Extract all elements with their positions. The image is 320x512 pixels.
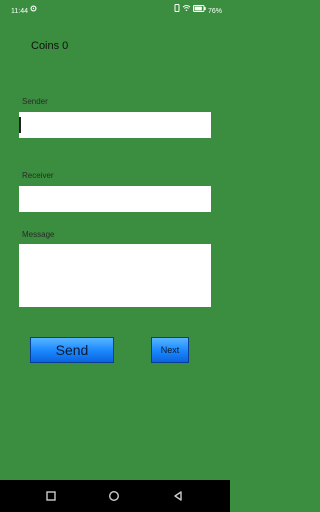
message-textarea[interactable] [19,244,211,307]
home-circle-icon[interactable] [108,489,120,507]
coins-label: Coins 0 [31,40,69,52]
status-left: 11:44 [11,0,37,23]
wifi-icon [182,0,191,22]
next-button[interactable]: Next [151,337,189,363]
message-label: Message [22,230,55,239]
battery-percent: 76% [207,7,222,15]
recents-square-icon[interactable] [45,489,57,507]
battery-icon [193,0,206,22]
status-bar: 11:44 76% [0,0,230,22]
settings-icon [30,0,37,22]
receiver-input[interactable] [19,186,211,212]
status-time: 11:44 [11,7,28,15]
send-button[interactable]: Send [30,337,114,363]
back-triangle-icon[interactable] [172,489,184,507]
receiver-label: Receiver [22,171,54,180]
navigation-bar [0,480,230,512]
status-right: 76% [174,0,222,23]
sender-label: Sender [22,97,48,106]
text-cursor [19,117,21,133]
sender-input[interactable] [19,112,211,138]
vibrate-icon [174,0,180,22]
